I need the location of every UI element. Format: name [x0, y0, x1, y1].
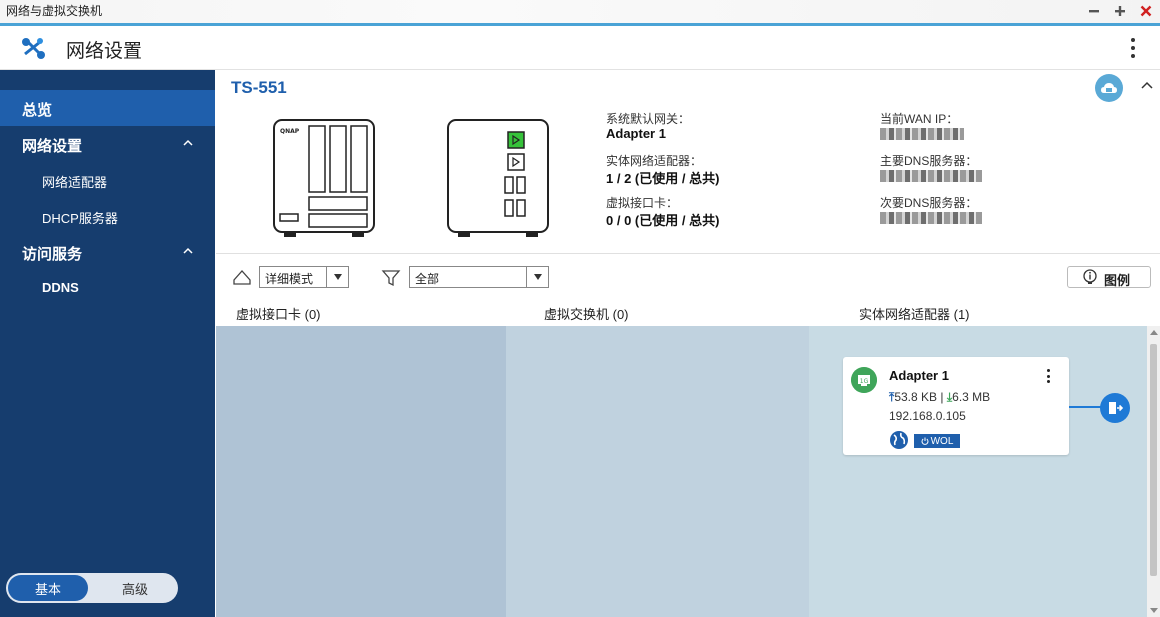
divider — [216, 253, 1160, 254]
filter-select[interactable]: 全部 — [409, 266, 549, 288]
physical-adapters-value: 1 / 2 (已使用 / 总共) — [606, 171, 720, 186]
legend-button[interactable]: 图例 — [1067, 266, 1151, 288]
power-icon — [921, 437, 929, 445]
sidebar-item-network-settings[interactable]: 网络设置 — [0, 126, 215, 162]
device-info: 系统默认网关： Adapter 1 实体网络适配器： 1 / 2 (已使用 / … — [606, 110, 719, 236]
cloud-button[interactable] — [1095, 74, 1123, 102]
view-mode-select[interactable]: 详细模式 — [259, 266, 349, 288]
wan-dns-info: 当前WAN IP： 主要DNS服务器： 次要DNS服务器： — [880, 110, 982, 236]
mode-advanced-button[interactable]: 高级 — [92, 573, 178, 603]
wol-badge: WOL — [914, 434, 960, 448]
scroll-down-icon[interactable] — [1150, 608, 1158, 613]
cloud-icon — [1101, 83, 1117, 93]
sidebar-item-label: 网络设置 — [22, 138, 83, 155]
wan-ip-redacted — [880, 128, 964, 140]
adapter-name: Adapter 1 — [889, 368, 949, 383]
nas-back-icon — [447, 119, 549, 237]
virtual-switch-column — [506, 326, 809, 617]
scrollbar[interactable] — [1147, 326, 1160, 617]
sidebar-item-ddns[interactable]: DDNS — [0, 272, 215, 304]
window-title: 网络与虚拟交换机 — [6, 4, 103, 18]
sidebar: 总览 网络设置 网络适配器 DHCP服务器 访问服务 DDNS 基本 高级 — [0, 70, 215, 617]
sidebar-item-label: DHCP服务器 — [42, 211, 118, 226]
app-network-icon — [22, 38, 45, 59]
virtual-nic-label: 虚拟接口卡： — [606, 196, 679, 210]
chevron-up-icon[interactable] — [1141, 80, 1153, 92]
more-vertical-icon[interactable] — [1130, 38, 1136, 58]
device-name: TS-551 — [231, 78, 287, 97]
adapter-traffic: ⤒53.8 KB | ⤓6.3 MB — [889, 390, 990, 405]
info-icon — [1083, 269, 1097, 284]
mode-toggle: 基本 高级 — [6, 573, 178, 603]
app-header: 网络设置 — [0, 26, 1160, 70]
upload-value: 53.8 KB — [894, 390, 938, 404]
sidebar-item-overview[interactable]: 总览 — [0, 90, 215, 126]
wan-ip-label: 当前WAN IP： — [880, 112, 959, 126]
sidebar-item-label: 总览 — [22, 102, 53, 119]
column-header-virtual-switch: 虚拟交换机 (0) — [544, 307, 629, 322]
adapter-card[interactable]: 1G Adapter 1 ⤒53.8 KB | ⤓6.3 MB 192.168.… — [843, 357, 1069, 455]
legend-label: 图例 — [1104, 273, 1131, 288]
traffic-separator: | — [940, 390, 944, 404]
port-exit-icon — [1109, 402, 1124, 414]
app-title: 网络设置 — [66, 41, 143, 62]
virtual-nic-column — [216, 326, 506, 617]
physical-adapters-label: 实体网络适配器： — [606, 154, 703, 168]
adapter-link-line — [1069, 406, 1103, 408]
adapter-icon: 1G — [851, 367, 877, 393]
dropdown-arrow-icon — [526, 267, 548, 287]
sidebar-item-label: 访问服务 — [22, 246, 83, 263]
nas-front-icon: QNAP — [273, 119, 375, 237]
scroll-thumb[interactable] — [1150, 344, 1157, 576]
primary-dns-label: 主要DNS服务器： — [880, 154, 978, 168]
sidebar-item-label: 网络适配器 — [42, 175, 108, 190]
sidebar-item-access-services[interactable]: 访问服务 — [0, 234, 215, 270]
dropdown-arrow-icon — [326, 267, 348, 287]
port-exit-button[interactable] — [1100, 393, 1130, 423]
close-button[interactable] — [1138, 3, 1154, 19]
default-gateway-value: Adapter 1 — [606, 126, 666, 141]
primary-dns-redacted — [880, 170, 982, 182]
more-vertical-icon[interactable] — [1047, 369, 1051, 383]
column-header-physical-adapter: 实体网络适配器 (1) — [859, 307, 970, 322]
sidebar-item-dhcp-server[interactable]: DHCP服务器 — [0, 200, 215, 232]
main-panel: TS-551 QNAP 系统默认网关： Adapter 1 实体网络适配器： 1… — [216, 70, 1160, 617]
svg-text:QNAP: QNAP — [280, 128, 300, 135]
close-icon — [1140, 5, 1152, 17]
secondary-dns-label: 次要DNS服务器： — [880, 196, 978, 210]
window-titlebar: 网络与虚拟交换机 — [0, 0, 1160, 26]
minimize-icon — [1089, 10, 1099, 13]
filter-icon — [381, 270, 401, 287]
chevron-up-icon — [183, 247, 193, 254]
column-header-virtual-nic: 虚拟接口卡 (0) — [236, 307, 321, 322]
globe-icon — [890, 431, 908, 449]
app-window: 网络与虚拟交换机 网络设置 总览 网络设置 网络适配器 DHCP服务器 访问服务… — [0, 0, 1160, 617]
virtual-nic-value: 0 / 0 (已使用 / 总共) — [606, 213, 720, 228]
mode-basic-button[interactable]: 基本 — [8, 575, 88, 601]
filter-value: 全部 — [415, 272, 440, 286]
adapter-ip: 192.168.0.105 — [889, 409, 966, 423]
sidebar-item-network-adapter[interactable]: 网络适配器 — [0, 164, 215, 196]
default-gateway-label: 系统默认网关： — [606, 112, 691, 126]
minimize-button[interactable] — [1086, 3, 1102, 19]
secondary-dns-redacted — [880, 212, 982, 224]
window-controls — [1086, 0, 1154, 22]
wol-label: WOL — [930, 435, 954, 447]
scroll-up-icon[interactable] — [1150, 330, 1158, 335]
maximize-icon — [1115, 6, 1125, 16]
download-value: 6.3 MB — [952, 390, 991, 404]
chevron-up-icon — [183, 139, 193, 146]
sidebar-item-label: DDNS — [42, 280, 79, 295]
switch-icon — [233, 270, 251, 285]
view-mode-value: 详细模式 — [265, 272, 314, 286]
maximize-button[interactable] — [1112, 3, 1128, 19]
speed-badge: 1G — [860, 378, 869, 385]
